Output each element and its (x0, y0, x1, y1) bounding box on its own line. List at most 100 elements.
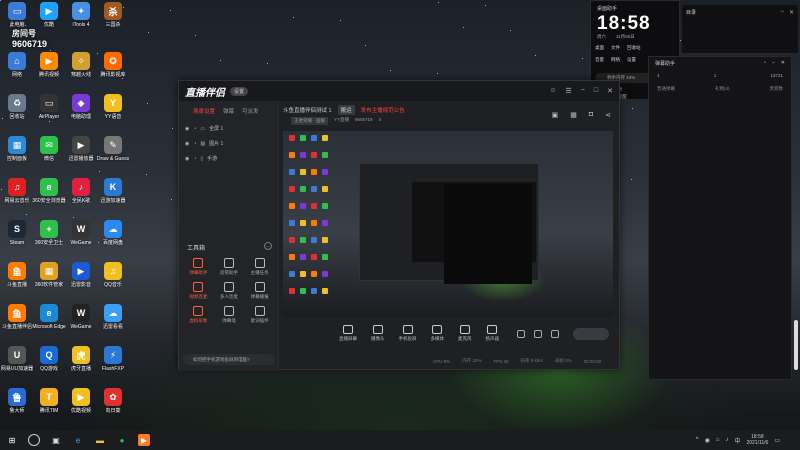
control-button[interactable]: 麦克风 (458, 325, 472, 342)
desktop-icon[interactable]: ☁ 迅雷看看 (98, 304, 128, 340)
share-icon[interactable]: ⋖ (605, 111, 611, 119)
close-icon[interactable]: ✕ (789, 9, 794, 16)
tray-expand-icon[interactable]: ^ (696, 437, 699, 443)
gift-icon[interactable]: ▣ (552, 111, 559, 119)
search-icon[interactable] (28, 434, 40, 446)
desktop-icon[interactable]: W WeGame (66, 304, 96, 340)
desktop-icon[interactable]: 杀三国杀 (98, 2, 128, 38)
tab-scene[interactable]: 场景设置 (193, 107, 215, 115)
visibility-icon[interactable] (534, 330, 542, 338)
tool-item[interactable]: 房管助手 (214, 258, 245, 276)
control-button[interactable]: 手机投屏 (399, 325, 417, 342)
desktop-icon[interactable]: ▦ 控制面板 (2, 136, 32, 172)
desktop-icon[interactable]: +360安全卫士 (34, 220, 64, 256)
tool-item[interactable]: 弹幕墙 (214, 306, 245, 324)
help-tip[interactable]: 如何把手机游戏投屏到电脑? (183, 354, 275, 365)
desktop-icon[interactable]: S Steam (2, 220, 32, 256)
control-button[interactable]: 直播屏幕 (339, 325, 357, 342)
scene-item[interactable]: ◉ ◔ ▨ 图片 1 (179, 136, 278, 151)
clock-btn-1[interactable]: 桌面 (595, 45, 604, 51)
tool-item[interactable]: 虚拟形象 (183, 306, 214, 324)
desktop-icon[interactable]: W WeGame (66, 220, 96, 256)
more-icon[interactable]: … (264, 242, 272, 250)
record-icon[interactable] (517, 330, 525, 338)
control-button[interactable]: 多媒体 (431, 325, 444, 342)
desktop-icon[interactable]: ♪ 全民K歌 (66, 178, 96, 214)
desktop-icon[interactable]: ✦ iTools 4 (66, 2, 96, 38)
desktop-icon[interactable]: ⚡ FlashFXP (98, 346, 128, 382)
desktop-icon[interactable]: 鱼斗鱼直播 (2, 262, 32, 298)
col-vip[interactable]: 贵宾数 (770, 86, 784, 92)
eye-icon[interactable]: ◉ (185, 141, 189, 147)
tool-item[interactable]: 歌词插件 (244, 306, 275, 324)
tab-dispatch[interactable]: 可派发 (242, 107, 259, 115)
grid-icon[interactable]: ▦ (570, 111, 577, 119)
desktop-icon[interactable]: K 迅游加速器 (98, 178, 128, 214)
volume-icon[interactable]: ♪ (725, 437, 728, 443)
tool-item[interactable]: 视频连麦 (183, 282, 214, 300)
version-badge[interactable]: 设置 (230, 86, 249, 96)
col-gift[interactable]: 礼物(4) (715, 86, 730, 92)
category-tag[interactable]: 搬运 (337, 105, 355, 115)
edge-icon[interactable]: e (72, 434, 84, 446)
explorer-icon[interactable]: ▬ (94, 434, 106, 446)
desktop-icon[interactable]: ✿ 向日葵 (98, 388, 128, 424)
desktop-icon[interactable]: ✎ Draw & Guess (97, 136, 129, 172)
close-icon[interactable]: ✕ (781, 60, 785, 66)
live-preview[interactable] (283, 131, 613, 317)
camera-icon[interactable]: ◘ (589, 111, 593, 119)
desktop-icon[interactable]: ▭ AirPlayer (34, 94, 64, 130)
tool-item[interactable]: 弹幕助手 (183, 258, 214, 276)
clock-btn-5[interactable]: 网络 (611, 57, 620, 63)
desktop-icon[interactable]: ▦ 360软件管家 (34, 262, 64, 298)
room-title[interactable]: 斗鱼直播伴侣测试 1 (283, 106, 332, 114)
task-view-icon[interactable]: ▣ (50, 434, 62, 446)
tool-item[interactable]: 弹幕播报 (244, 282, 275, 300)
desktop-icon[interactable]: e 360安全浏览器 (32, 178, 66, 214)
maximize-icon[interactable]: □ (594, 87, 598, 95)
menu-icon[interactable]: ☰ (566, 87, 572, 95)
minimize-icon[interactable]: − (581, 87, 585, 95)
desktop-icon[interactable]: ♫ 网易云音乐 (2, 178, 32, 214)
clock-btn-4[interactable]: 音量 (595, 57, 604, 63)
close-icon[interactable]: ✕ (607, 87, 613, 95)
clock-btn-6[interactable]: 设置 (627, 57, 636, 63)
tool-item[interactable]: 主播任务 (244, 258, 275, 276)
desktop-icon[interactable]: ▶ 迅雷播放器 (66, 136, 96, 172)
minimize-icon[interactable]: − (780, 9, 784, 16)
network-icon[interactable]: ⌂ (716, 437, 720, 443)
desktop-icon[interactable]: ◆ 电脑助理 (66, 94, 96, 130)
desktop-icon[interactable]: T 腾讯TIM (34, 388, 64, 424)
clock-btn-3[interactable]: 回收站 (627, 45, 641, 51)
lock-icon[interactable]: ◔ (763, 60, 766, 66)
control-button[interactable]: 扬声器 (486, 325, 499, 342)
scene-item[interactable]: ◉ ◔ ▭ 全屏 1 (179, 121, 278, 136)
input-language[interactable]: 中 (734, 436, 740, 445)
desktop-icon[interactable]: 鱼斗鱼直播伴侣 (2, 304, 32, 340)
notification-icon[interactable]: ▭ (774, 437, 780, 444)
streaming-app-taskbar-icon[interactable]: ▶ (138, 434, 150, 446)
eye-icon[interactable]: ◉ (185, 156, 189, 162)
game-tag[interactable]: 王者荣耀 · 国服 (291, 117, 328, 125)
eye-icon[interactable]: ◉ (185, 126, 189, 132)
windows-start-icon[interactable]: ⊞ (6, 434, 18, 446)
scrollbar[interactable] (794, 320, 798, 370)
desktop-icon[interactable]: ♻ 回收站 (2, 94, 32, 130)
desktop-icon[interactable]: ✧ 穿越火线 (66, 52, 96, 88)
scene-item[interactable]: ◉ ◔ ▯ 手游 (179, 151, 278, 166)
desktop-icon[interactable]: ⌂ 网络 (2, 52, 32, 88)
taskbar-clock[interactable]: 18:58 2021/11/6 (746, 434, 768, 446)
desktop-icon[interactable]: ☁ 百度网盘 (98, 220, 128, 256)
tray-app-icon[interactable]: ◉ (705, 437, 710, 444)
start-live-button[interactable] (573, 328, 609, 340)
desktop-icon[interactable]: ▶ 迅雷影音 (66, 262, 96, 298)
lock-icon[interactable]: ◔ (193, 156, 196, 162)
desktop-icon[interactable]: Y YY语音 (98, 94, 128, 130)
desktop-icon[interactable]: ✪ 腾讯影视库 (98, 52, 128, 88)
desktop-icon[interactable]: ♫ QQ音乐 (98, 262, 128, 298)
user-icon[interactable]: ☺ (549, 87, 556, 95)
settings-icon[interactable] (551, 330, 559, 338)
notice-link[interactable]: 发布主播规范公告 (361, 106, 405, 114)
clock-btn-2[interactable]: 文件 (611, 45, 620, 51)
col-normal[interactable]: 普通弹幕 (657, 86, 675, 92)
